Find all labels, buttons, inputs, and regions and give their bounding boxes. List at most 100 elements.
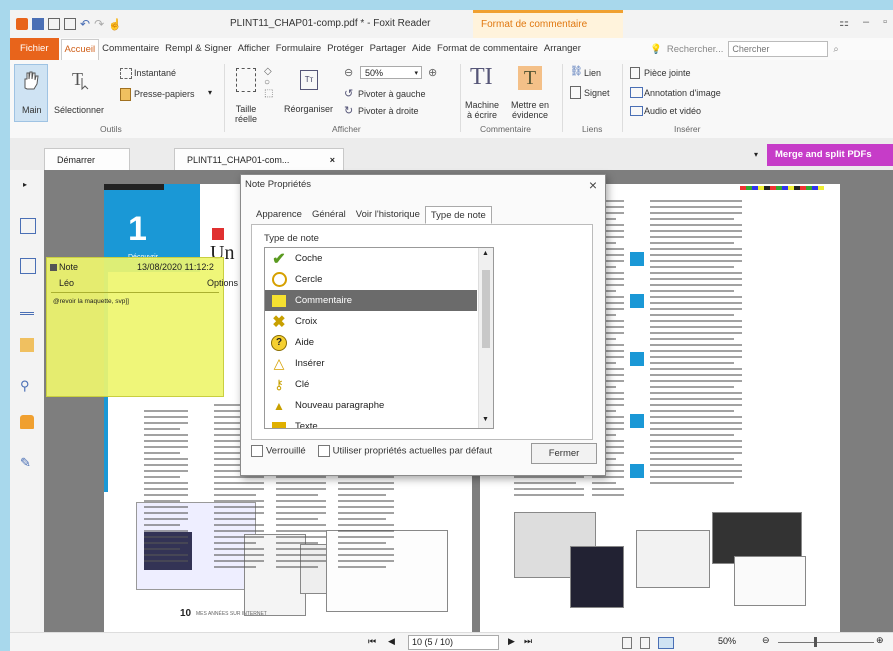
first-page-icon[interactable]: ⏮ (368, 636, 376, 647)
text-line (592, 494, 624, 496)
menu-view[interactable]: Afficher (235, 38, 273, 60)
tab-document[interactable]: PLINT11_CHAP01-com... × (174, 148, 344, 170)
zoom-select[interactable]: 50% ▾ (360, 66, 422, 79)
scroll-up-icon[interactable]: ▲ (482, 250, 489, 257)
tab-appearance[interactable]: Apparence (251, 206, 307, 224)
tab-general[interactable]: Général (307, 206, 351, 224)
clipboard-dropdown-icon[interactable]: ▾ (208, 88, 212, 97)
list-item[interactable]: Commentaire (265, 290, 477, 311)
insert-group-label: Insérer (674, 124, 701, 134)
page-field[interactable]: 10 (5 / 10) (408, 635, 499, 650)
menu-help[interactable]: Aide (409, 38, 434, 60)
text-line (338, 536, 394, 538)
rotate-left-label[interactable]: Pivoter à gauche (358, 89, 426, 99)
list-item[interactable]: ? Aide (265, 332, 477, 353)
select-label[interactable]: Sélectionner (54, 105, 104, 115)
scroll-down-icon[interactable]: ▼ (482, 416, 489, 423)
bookmarks-panel-icon[interactable] (20, 218, 36, 234)
link-label[interactable]: Lien (584, 68, 601, 78)
next-page-icon[interactable]: ▶ (508, 636, 515, 647)
tell-me-label[interactable]: Rechercher... (667, 44, 724, 55)
search-input[interactable] (728, 41, 829, 57)
layers-panel-icon[interactable] (20, 298, 34, 315)
print-icon[interactable] (48, 18, 60, 30)
tab-list-chevron-icon[interactable]: ▾ (754, 150, 758, 159)
comment-group-label: Commentaire (480, 124, 532, 134)
menu-share[interactable]: Partager (367, 38, 409, 60)
menu-comment[interactable]: Commentaire (99, 38, 162, 60)
rotate-right-label[interactable]: Pivoter à droite (358, 106, 419, 116)
zoom-out-icon[interactable]: ⊖ (344, 66, 353, 79)
list-item[interactable]: ✖ Croix (265, 311, 477, 332)
pages-panel-icon[interactable] (20, 258, 36, 274)
close-icon[interactable]: × (589, 177, 597, 193)
text-line (144, 512, 188, 514)
tab-start[interactable]: Démarrer (44, 148, 130, 170)
scroll-thumb[interactable] (482, 270, 490, 348)
audio-video-label[interactable]: Audio et vidéo (644, 106, 701, 116)
zoom-in-icon[interactable]: ⊕ (428, 66, 437, 79)
search-icon[interactable]: ⌕ (833, 44, 838, 55)
list-scrollbar[interactable]: ▲ ▼ (478, 248, 493, 428)
menu-fill-sign[interactable]: Rempl & Signer (162, 38, 235, 60)
list-item[interactable]: ✔ Coche (265, 248, 477, 269)
tab-history[interactable]: Voir l'historique (351, 206, 425, 224)
attachment-label[interactable]: Pièce jointe (644, 68, 691, 78)
lock-checkbox[interactable]: Verrouillé (251, 445, 306, 457)
continuous-icon[interactable] (640, 637, 650, 649)
comments-panel-icon[interactable] (20, 338, 34, 352)
menu-home[interactable]: Accueil (60, 38, 100, 60)
merge-split-button[interactable]: Merge and split PDFs (767, 144, 893, 166)
note-options[interactable]: Options (207, 278, 238, 288)
email-icon[interactable] (64, 18, 76, 30)
menu-protect[interactable]: Protéger (324, 38, 366, 60)
use-default-checkbox[interactable]: Utiliser propriétés actuelles par défaut (317, 445, 492, 457)
last-page-icon[interactable]: ⏭ (524, 636, 532, 647)
text-line (650, 236, 742, 238)
clipboard-label[interactable]: Presse-papiers (134, 89, 195, 99)
note-popup[interactable]: Note 13/08/2020 11:12:2 Léo Options @rev… (46, 257, 238, 397)
menu-comment-format[interactable]: Format de commentaire (434, 38, 541, 60)
highlight-label[interactable]: Mettre en évidence (506, 100, 554, 120)
sidebar-expand-icon[interactable]: ▸ (23, 180, 27, 189)
text-line (338, 488, 394, 490)
redo-icon[interactable]: ↷ (94, 17, 104, 31)
signature-panel-icon[interactable]: ✎ (20, 455, 34, 470)
menu-form[interactable]: Formulaire (273, 38, 324, 60)
close-button[interactable]: Fermer (531, 443, 597, 464)
page-footer: MES ANNÉES SUR INTERNET (196, 611, 267, 617)
list-item[interactable]: ⚷ Clé (265, 374, 477, 395)
ribbon-options-icon[interactable]: ⚏ (839, 16, 849, 29)
image-annotation-label[interactable]: Annotation d'image (644, 88, 721, 98)
prev-page-icon[interactable]: ◀ (388, 636, 395, 647)
zoom-slider-thumb[interactable] (814, 637, 817, 647)
security-panel-icon[interactable] (20, 415, 34, 429)
attachments-panel-icon[interactable]: ⚲ (20, 378, 34, 393)
hand-tool-icon[interactable]: ☝ (108, 18, 122, 31)
undo-icon[interactable]: ↶ (80, 17, 90, 31)
list-item[interactable]: Texte (265, 416, 477, 428)
typewriter-label[interactable]: Machine à écrire (462, 100, 502, 120)
maximize-icon[interactable]: ▫ (883, 16, 887, 29)
minimize-icon[interactable]: – (863, 16, 869, 29)
single-page-icon[interactable] (622, 637, 632, 649)
menu-file[interactable]: Fichier (10, 38, 59, 60)
snapshot-label[interactable]: Instantané (134, 68, 176, 78)
close-tab-icon[interactable]: × (330, 149, 335, 171)
bookmark-label[interactable]: Signet (584, 88, 610, 98)
zoom-slider[interactable] (778, 642, 874, 643)
note-body[interactable]: @revoir la maquette, svp]] (53, 298, 129, 305)
list-item[interactable]: △ Insérer (265, 353, 477, 374)
save-icon[interactable] (32, 18, 44, 30)
reorganize-label[interactable]: Réorganiser (284, 104, 333, 114)
list-item[interactable]: ▲ Nouveau paragraphe (265, 395, 477, 416)
note-type-list[interactable]: ✔ Coche Cercle Commentaire ✖ Croix ? Aid… (264, 247, 494, 429)
menu-arrange[interactable]: Arranger (541, 38, 584, 60)
tab-note-type[interactable]: Type de note (424, 206, 492, 224)
context-tab-comment-format[interactable]: Format de commentaire (473, 10, 623, 38)
zoom-in-icon[interactable]: ⊕ (876, 635, 884, 646)
actual-size-label[interactable]: Taille réelle (228, 104, 264, 124)
zoom-out-icon[interactable]: ⊖ (762, 635, 770, 646)
facing-icon[interactable] (658, 637, 674, 649)
list-item[interactable]: Cercle (265, 269, 477, 290)
